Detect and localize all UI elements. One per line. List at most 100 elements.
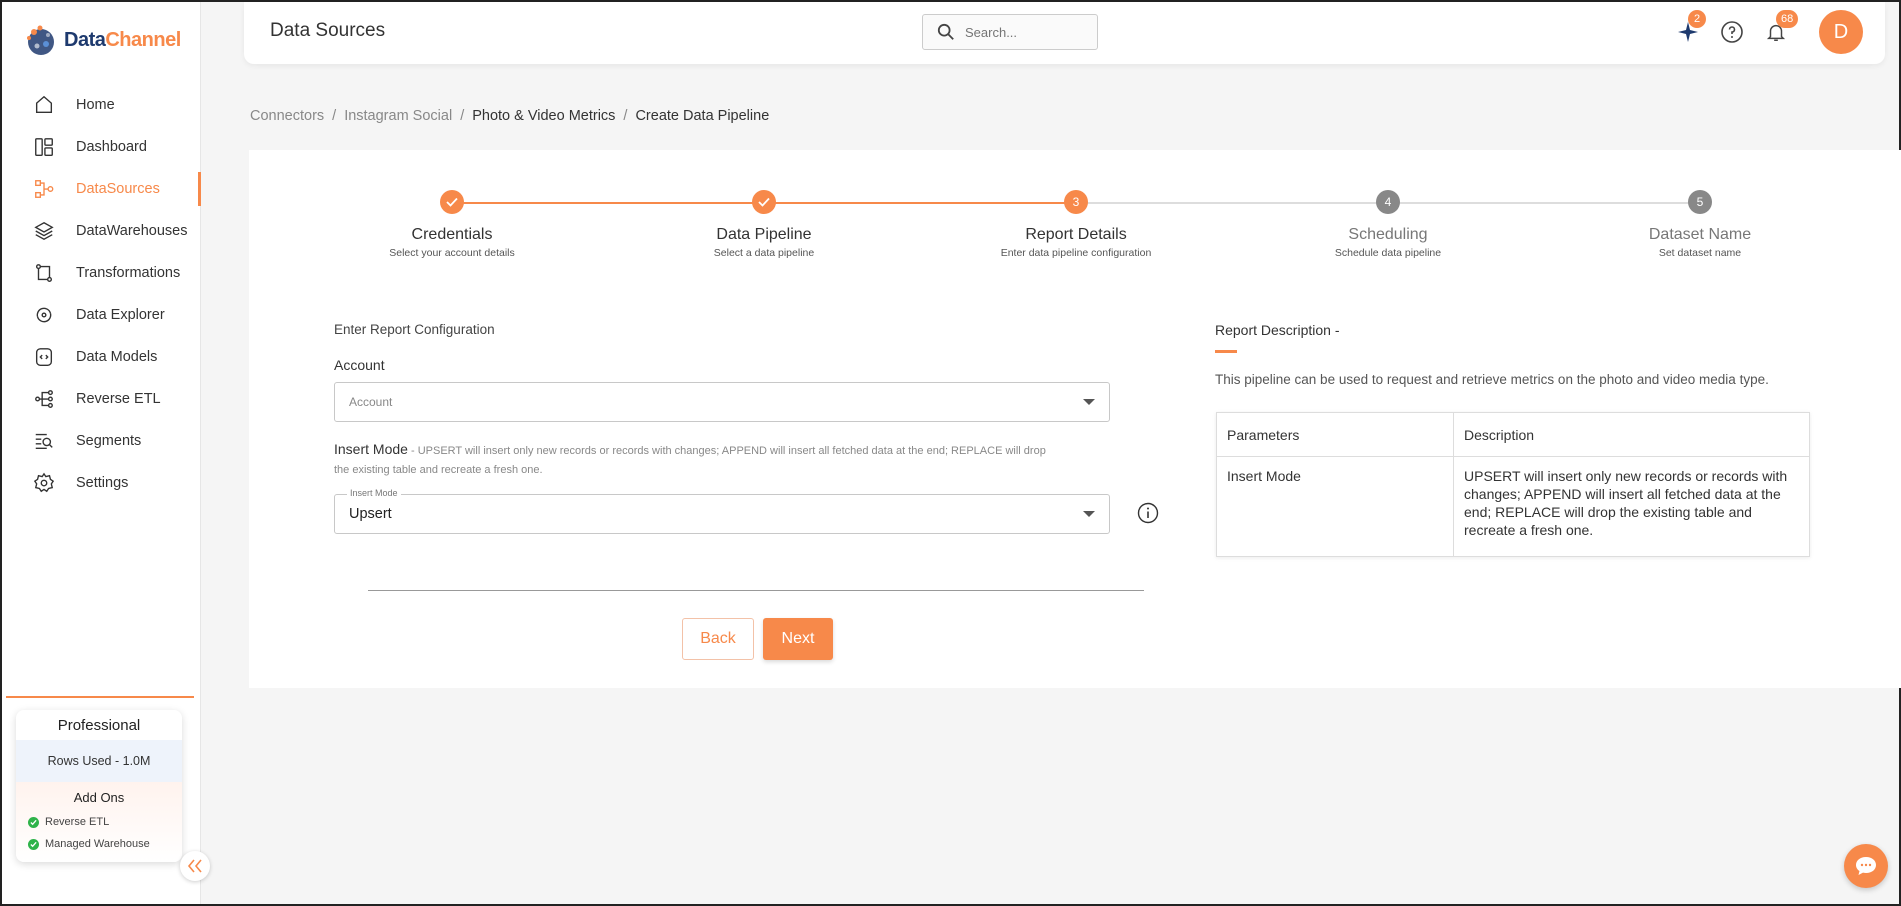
notifications-button[interactable]: 68: [1762, 10, 1799, 46]
sidebar-divider: [6, 696, 194, 698]
plan-card: Professional Rows Used - 1.0M Add Ons Re…: [16, 710, 182, 862]
sidebar-item-label: Dashboard: [76, 139, 147, 155]
step-title: Data Pipeline: [716, 226, 812, 243]
sidebar-item-datawarehouses[interactable]: DataWarehouses: [2, 210, 201, 252]
account-placeholder: Account: [349, 395, 393, 409]
help-button[interactable]: [1718, 18, 1746, 46]
info-icon: [1137, 502, 1159, 524]
sidebar-item-datasources[interactable]: DataSources: [2, 168, 201, 210]
next-button[interactable]: Next: [763, 618, 833, 660]
dropdown-caret-icon: [1083, 399, 1095, 405]
step-title: Scheduling: [1348, 226, 1428, 243]
step-report-details: 3 Report Details Enter data pipeline con…: [956, 190, 1196, 259]
search-box[interactable]: [922, 14, 1098, 50]
search-icon: [937, 23, 954, 40]
info-button[interactable]: [1137, 502, 1159, 524]
sidebar-item-reverse-etl[interactable]: Reverse ETL: [2, 378, 201, 420]
insert-mode-value: Upsert: [349, 506, 392, 522]
top-header: Data Sources 2 68 D: [244, 2, 1885, 64]
ai-assistant-button[interactable]: 2: [1674, 10, 1706, 46]
sidebar-item-label: Home: [76, 97, 115, 113]
step-subtitle: Enter data pipeline configuration: [1000, 247, 1152, 259]
page-title: Data Sources: [270, 20, 386, 41]
step-subtitle: Schedule data pipeline: [1334, 247, 1442, 259]
insert-mode-floating-label: Insert Mode: [347, 488, 401, 498]
plan-title: Professional: [57, 716, 141, 734]
addons-title: Add Ons: [73, 790, 125, 805]
sidebar-item-label: Segments: [76, 433, 142, 449]
layers-icon: [32, 219, 56, 243]
sidebar-item-data-explorer[interactable]: Data Explorer: [2, 294, 201, 336]
sidebar-item-settings[interactable]: Settings: [2, 462, 201, 504]
account-select[interactable]: Account: [334, 382, 1110, 422]
step-title: Credentials: [411, 226, 493, 243]
sidebar-item-dashboard[interactable]: Dashboard: [2, 126, 201, 168]
chat-support-button[interactable]: [1844, 844, 1888, 888]
rows-used: Rows Used - 1.0M: [16, 740, 182, 782]
dropdown-caret-icon: [1083, 511, 1095, 517]
step-dataset-name: 5 Dataset Name Set dataset name: [1580, 190, 1820, 259]
table-cell-description: UPSERT will insert only new records or r…: [1453, 456, 1810, 557]
sidebar-item-label: DataSources: [76, 181, 160, 197]
sidebar-item-label: Settings: [76, 475, 129, 491]
insert-mode-description: Insert Mode - UPSERT will insert only ne…: [334, 440, 1054, 480]
column-header-description: Description: [1453, 412, 1810, 457]
step-scheduling: 4 Scheduling Schedule data pipeline: [1268, 190, 1508, 259]
column-header-parameters: Parameters: [1216, 412, 1454, 457]
stepper: Credentials Select your account details …: [249, 150, 1901, 280]
step-subtitle: Select your account details: [389, 247, 515, 259]
step-title: Dataset Name: [1648, 226, 1752, 243]
search-input[interactable]: [965, 24, 1075, 40]
account-label: Account: [334, 357, 385, 373]
report-description-text: This pipeline can be used to request and…: [1215, 372, 1769, 387]
check-circle-icon: [28, 838, 39, 850]
step-number: 3: [1064, 190, 1088, 214]
sidebar-item-data-models[interactable]: Data Models: [2, 336, 201, 378]
breadcrumb: Connectors / Instagram Social / Photo & …: [250, 108, 769, 124]
collapse-sidebar-button[interactable]: [180, 851, 210, 881]
breadcrumb-connectors[interactable]: Connectors: [250, 108, 324, 124]
explorer-icon: [32, 303, 56, 327]
report-description-title: Report Description -: [1215, 322, 1340, 338]
avatar[interactable]: D: [1819, 10, 1863, 54]
double-chevron-left-icon: [187, 859, 202, 873]
check-circle-icon: [28, 816, 39, 828]
addon-item: Managed Warehouse: [16, 833, 182, 855]
step-number: 5: [1688, 190, 1712, 214]
sidebar-item-segments[interactable]: Segments: [2, 420, 201, 462]
form-heading: Enter Report Configuration: [334, 322, 495, 337]
form-divider: [368, 590, 1144, 591]
parameters-table: Parameters Description Insert Mode UPSER…: [1216, 412, 1810, 557]
datachannel-logo-icon: [24, 22, 58, 58]
logo[interactable]: DataChannel: [24, 22, 181, 58]
sidebar-item-label: DataWarehouses: [76, 223, 188, 239]
step-data-pipeline[interactable]: Data Pipeline Select a data pipeline: [644, 190, 884, 259]
table-header-row: Parameters Description: [1216, 412, 1810, 457]
sidebar-item-label: Data Models: [76, 349, 158, 365]
breadcrumb-separator: /: [623, 108, 628, 124]
transform-icon: [32, 261, 56, 285]
addons-section: Add Ons Reverse ETL Managed Warehouse: [16, 782, 182, 862]
help-circle-icon: [1721, 21, 1743, 43]
notification-badge: 68: [1776, 10, 1799, 28]
back-button[interactable]: Back: [682, 618, 754, 660]
insert-mode-select[interactable]: Insert Mode Upsert: [334, 488, 1110, 534]
table-row: Insert Mode UPSERT will insert only new …: [1216, 456, 1810, 557]
addon-item: Reverse ETL: [16, 811, 182, 833]
step-subtitle: Set dataset name: [1658, 247, 1742, 259]
breadcrumb-separator: /: [460, 108, 465, 124]
step-title: Report Details: [1025, 226, 1127, 243]
addon-label: Managed Warehouse: [45, 838, 150, 850]
table-cell-parameter: Insert Mode: [1216, 456, 1454, 557]
breadcrumb-separator: /: [332, 108, 337, 124]
step-subtitle: Select a data pipeline: [713, 247, 815, 259]
sidebar-item-label: Reverse ETL: [76, 391, 161, 407]
sidebar-item-transformations[interactable]: Transformations: [2, 252, 201, 294]
step-check-icon: [440, 190, 464, 214]
sidebar-item-home[interactable]: Home: [2, 84, 201, 126]
step-credentials[interactable]: Credentials Select your account details: [332, 190, 572, 259]
breadcrumb-photo-video-metrics[interactable]: Photo & Video Metrics: [472, 108, 615, 124]
insert-mode-hint: - UPSERT will insert only new records or…: [334, 445, 1046, 476]
title-underline: [1215, 350, 1237, 353]
breadcrumb-instagram-social[interactable]: Instagram Social: [344, 108, 452, 124]
